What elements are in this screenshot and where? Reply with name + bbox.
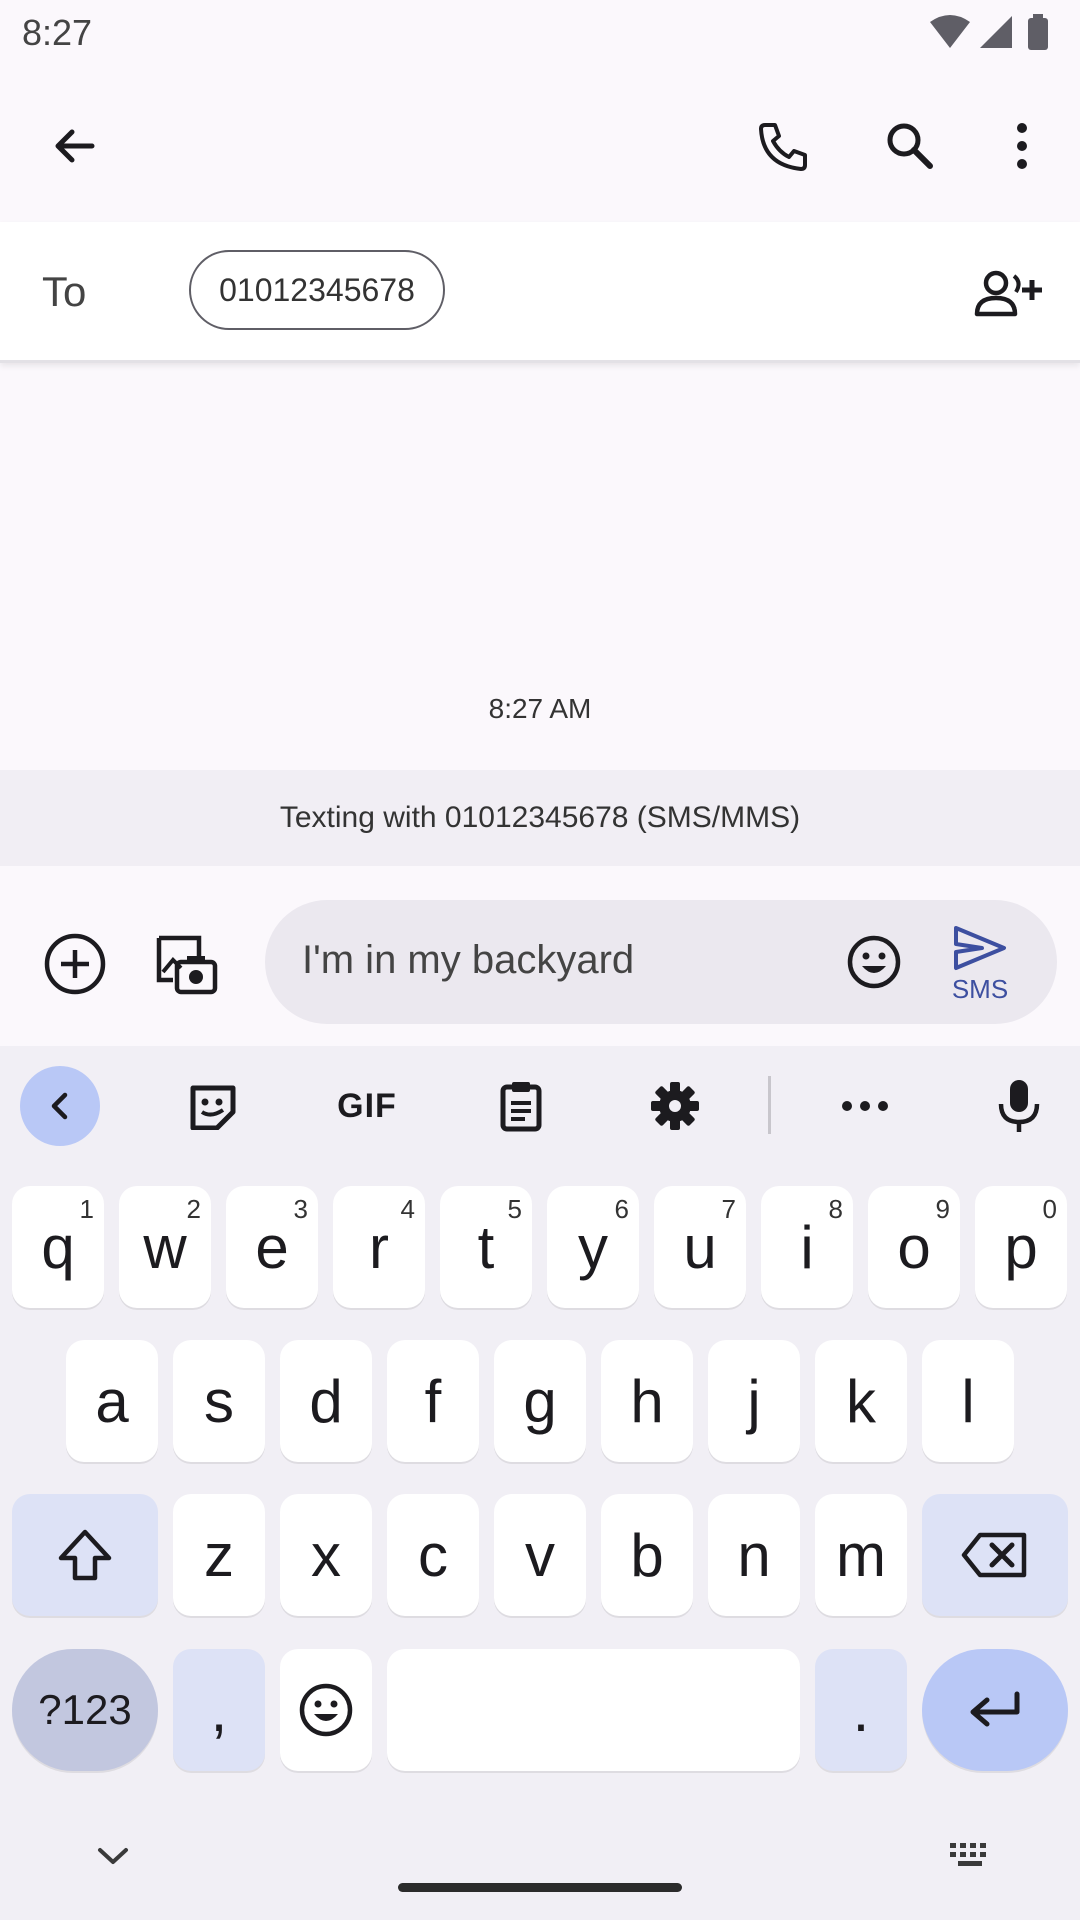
key-x[interactable]: x (280, 1494, 372, 1616)
key-i[interactable]: i8 (761, 1186, 853, 1308)
key-hint: 2 (186, 1194, 201, 1224)
key-j[interactable]: j (708, 1340, 800, 1462)
status-time: 8:27 (22, 12, 93, 53)
key-hint: 1 (79, 1194, 94, 1224)
key-w[interactable]: w2 (119, 1186, 211, 1308)
keyboard-icon (948, 1841, 992, 1869)
gallery-button[interactable] (138, 914, 234, 1014)
recipient-row (0, 222, 1080, 363)
emoji-icon (298, 1682, 354, 1738)
message-timestamp: 8:27 AM (488, 693, 592, 724)
chevron-left-icon (45, 1091, 75, 1121)
symbols-key[interactable]: ?123 (12, 1649, 158, 1771)
key-q[interactable]: q1 (12, 1186, 104, 1308)
key-hint: 6 (614, 1194, 629, 1224)
key-l[interactable]: l (922, 1340, 1014, 1462)
back-arrow-icon (50, 122, 98, 170)
clipboard-button[interactable] (476, 1066, 566, 1146)
key-a[interactable]: a (66, 1340, 158, 1462)
call-button[interactable] (736, 98, 832, 194)
wifi-icon (930, 15, 970, 48)
key-hint: 0 (1042, 1194, 1057, 1224)
shift-icon (57, 1528, 113, 1582)
key-h[interactable]: h (601, 1340, 693, 1462)
settings-icon (649, 1080, 701, 1132)
key-hint: 5 (507, 1194, 522, 1224)
voice-input-button[interactable] (974, 1066, 1064, 1146)
sticker-icon (187, 1082, 239, 1130)
more-options-button[interactable] (974, 98, 1070, 194)
key-hint: 8 (828, 1194, 843, 1224)
back-button[interactable] (26, 98, 122, 194)
to-label: To (42, 268, 87, 315)
recipient-chip[interactable]: 01012345678 (189, 250, 445, 330)
emoji-button[interactable] (830, 916, 918, 1008)
add-circle-icon (43, 932, 107, 996)
photo-camera-icon (153, 932, 219, 996)
texting-banner: Texting with 01012345678 (SMS/MMS) (0, 770, 1080, 866)
backspace-icon (960, 1531, 1030, 1579)
gif-icon: GIF (337, 1086, 397, 1125)
period-key[interactable]: . (815, 1649, 907, 1771)
key-p[interactable]: p0 (975, 1186, 1067, 1308)
key-b[interactable]: b (601, 1494, 693, 1616)
key-y[interactable]: y6 (547, 1186, 639, 1308)
enter-key[interactable] (922, 1649, 1068, 1771)
send-sms-label: SMS (951, 974, 1009, 1004)
more-horiz-icon (841, 1099, 889, 1113)
add-recipient-button[interactable] (960, 246, 1056, 342)
key-r[interactable]: r4 (333, 1186, 425, 1308)
key-d[interactable]: d (280, 1340, 372, 1462)
shift-key[interactable] (12, 1494, 158, 1616)
message-input-text[interactable]: I'm in my backyard (302, 938, 634, 983)
keyboard (0, 1046, 1080, 1920)
space-key[interactable] (387, 1649, 800, 1771)
home-indicator[interactable] (398, 1883, 682, 1892)
key-s[interactable]: s (173, 1340, 265, 1462)
more-vert-icon (1012, 122, 1032, 170)
key-z[interactable]: z (173, 1494, 265, 1616)
key-hint: 3 (293, 1194, 308, 1224)
key-n[interactable]: n (708, 1494, 800, 1616)
toolbar-divider (768, 1076, 771, 1134)
backspace-key[interactable] (922, 1494, 1068, 1616)
clipboard-icon (499, 1079, 543, 1133)
key-hint: 4 (400, 1194, 415, 1224)
key-g[interactable]: g (494, 1340, 586, 1462)
mic-icon (997, 1078, 1041, 1134)
key-k[interactable]: k (815, 1340, 907, 1462)
key-m[interactable]: m (815, 1494, 907, 1616)
more-toolbar-button[interactable] (820, 1066, 910, 1146)
key-v[interactable]: v (494, 1494, 586, 1616)
phone-icon (757, 119, 811, 173)
key-u[interactable]: u7 (654, 1186, 746, 1308)
key-f[interactable]: f (387, 1340, 479, 1462)
comma-key[interactable]: , (173, 1649, 265, 1771)
person-add-icon (974, 270, 1042, 318)
key-hint: 7 (721, 1194, 736, 1224)
keyboard-toolbar-collapse-button[interactable] (20, 1066, 100, 1146)
search-icon (884, 120, 936, 172)
key-hint: 9 (935, 1194, 950, 1224)
keyboard-settings-button[interactable] (630, 1066, 720, 1146)
emoji-icon (846, 934, 902, 990)
signal-icon (980, 16, 1012, 48)
key-e[interactable]: e3 (226, 1186, 318, 1308)
search-button[interactable] (862, 98, 958, 194)
attach-button[interactable] (30, 914, 120, 1014)
key-c[interactable]: c (387, 1494, 479, 1616)
chevron-down-icon (96, 1846, 130, 1866)
gif-button[interactable]: GIF (322, 1066, 412, 1146)
enter-icon (967, 1690, 1023, 1730)
battery-icon (1028, 14, 1048, 50)
send-icon (952, 924, 1008, 972)
hide-keyboard-button[interactable] (78, 1826, 148, 1886)
key-t[interactable]: t5 (440, 1186, 532, 1308)
emoji-key[interactable] (280, 1649, 372, 1771)
sticker-button[interactable] (168, 1066, 258, 1146)
switch-keyboard-button[interactable] (940, 1830, 1000, 1880)
status-icons (928, 12, 1058, 52)
key-o[interactable]: o9 (868, 1186, 960, 1308)
